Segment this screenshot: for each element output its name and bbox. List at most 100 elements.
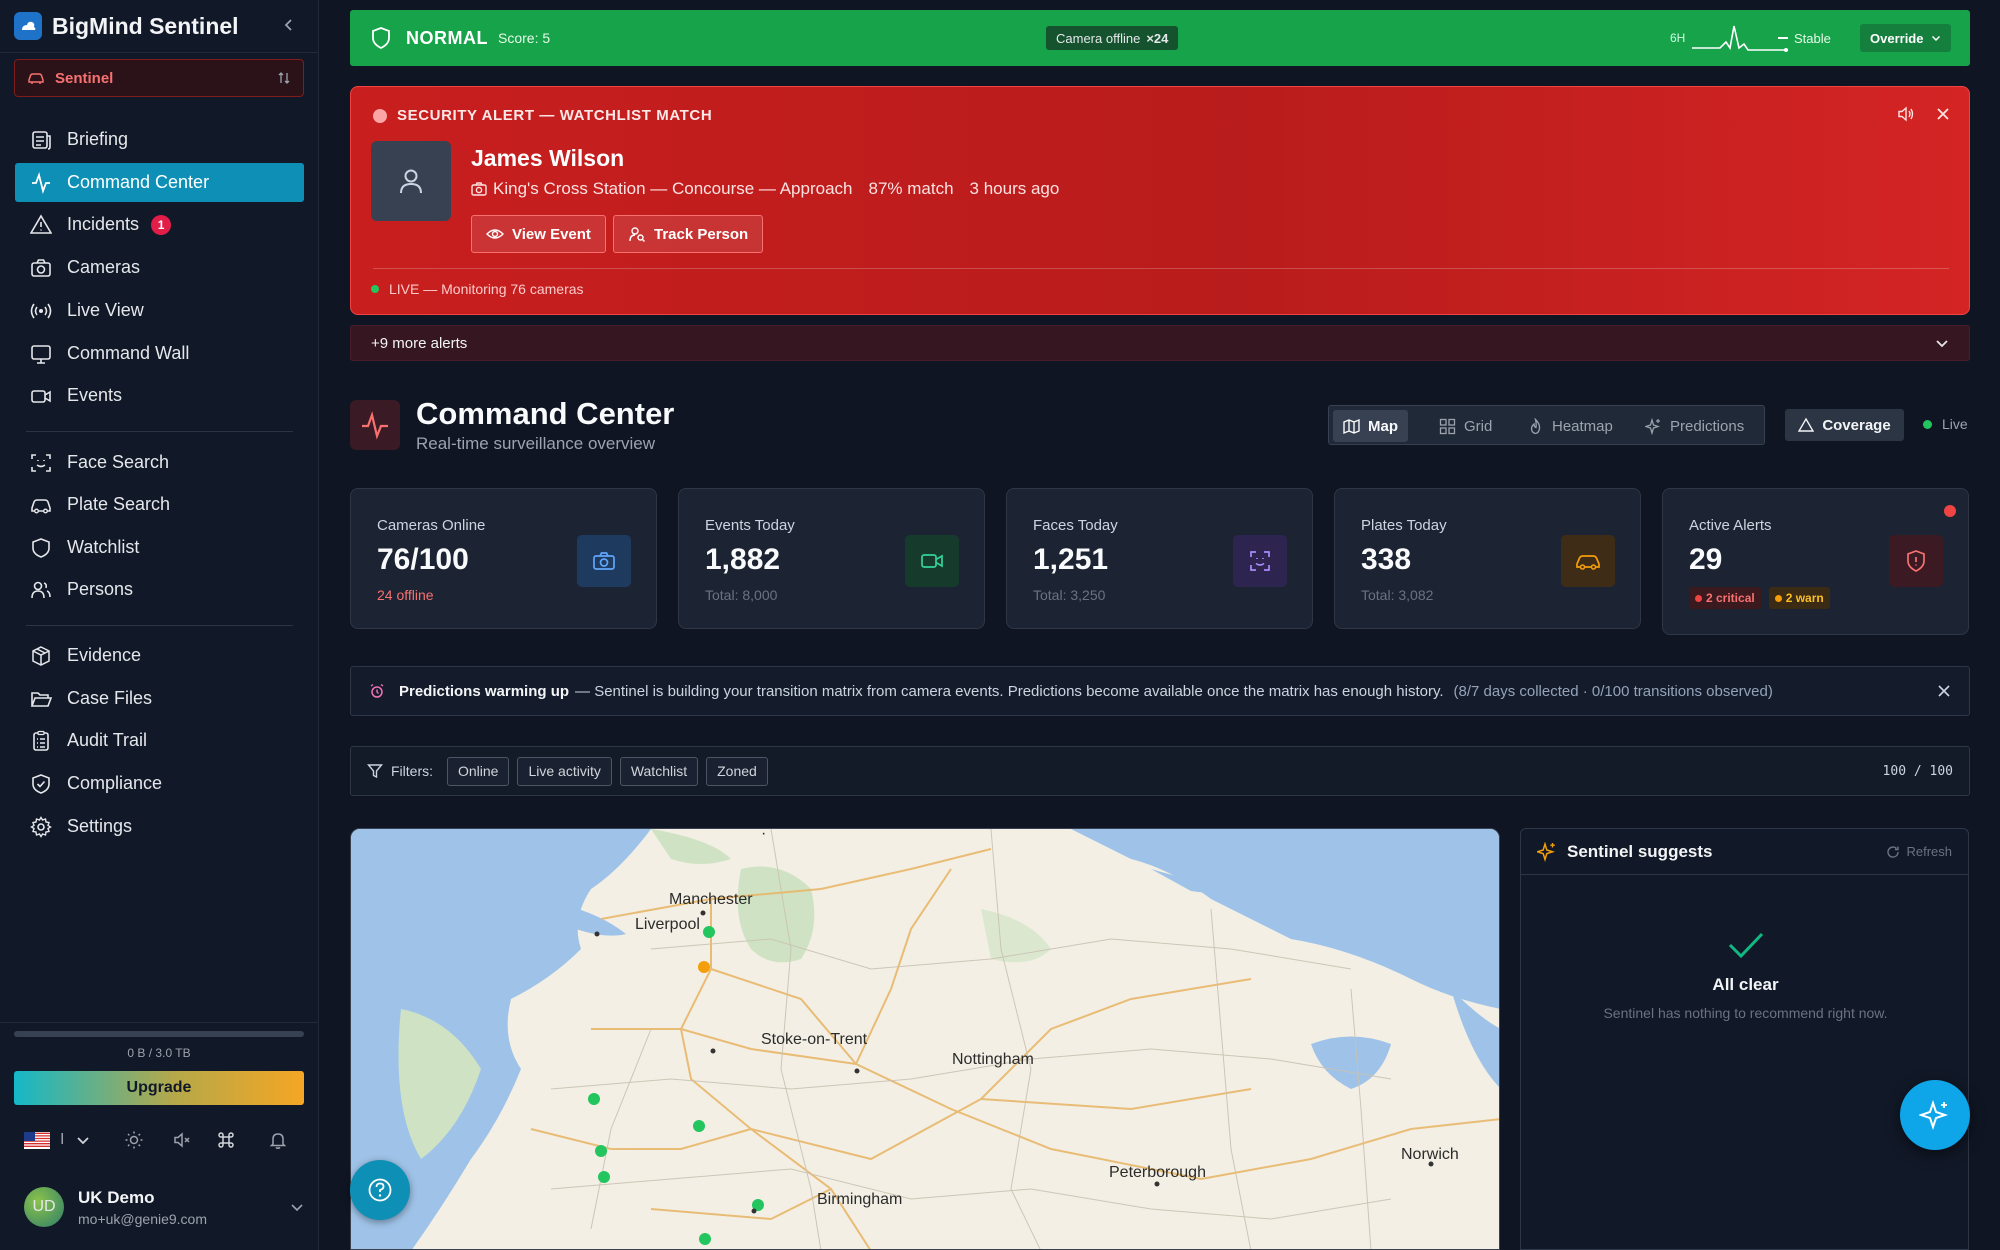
mute-icon[interactable] (172, 1126, 192, 1154)
override-button[interactable]: Override (1860, 24, 1952, 52)
video-icon (29, 384, 53, 408)
nav-events[interactable]: Events (15, 376, 304, 415)
theme-toggle-sun-icon[interactable] (124, 1126, 144, 1154)
warning-triangle-icon (29, 213, 53, 237)
view-event-button[interactable]: View Event (471, 215, 606, 253)
filter-chip-zoned[interactable]: Zoned (706, 756, 768, 786)
gear-icon (29, 815, 53, 839)
nav-label: Face Search (67, 452, 170, 472)
camera-map[interactable]: · Manchester Liverpool Stoke-on-Trent No… (350, 828, 1500, 1250)
car-icon (1561, 535, 1615, 587)
suggest-title: Sentinel suggests (1567, 841, 1713, 861)
us-flag-icon (24, 1131, 50, 1149)
sparkline-range: 6H (1670, 31, 1686, 45)
nav-label: Command Center (67, 172, 210, 192)
user-menu[interactable]: UD UK Demo mo+uk@genie9.com (24, 1186, 304, 1228)
kpi-faces-today[interactable]: Faces Today 1,251 Total: 3,250 (1006, 488, 1313, 629)
predictions-warming-banner: Predictions warming up — Sentinel is bui… (350, 666, 1970, 716)
camera-offline-pill[interactable]: Camera offline ×24 (1046, 26, 1179, 50)
nav-cameras[interactable]: Cameras (15, 248, 304, 287)
nav-incidents[interactable]: Incidents 1 (15, 205, 304, 244)
live-dot (1923, 419, 1932, 429)
filter-chip-watchlist[interactable]: Watchlist (619, 756, 699, 786)
sparkles-icon (1537, 841, 1555, 862)
collapse-sidebar-icon[interactable] (278, 14, 300, 36)
nav-label: Settings (67, 816, 133, 836)
nav-briefing[interactable]: Briefing (15, 120, 304, 159)
tab-heatmap[interactable]: Heatmap (1517, 410, 1623, 442)
filter-chip-online[interactable]: Online (447, 756, 510, 786)
bell-icon[interactable] (268, 1126, 288, 1154)
user-email: mo+uk@genie9.com (78, 1210, 208, 1227)
grid-icon (1439, 418, 1456, 434)
shield-icon (370, 26, 392, 50)
refresh-button[interactable]: Refresh (1886, 844, 1952, 859)
command-key-icon[interactable] (216, 1126, 236, 1154)
nav-command-wall[interactable]: Command Wall (15, 334, 304, 373)
track-person-button[interactable]: Track Person (613, 215, 764, 253)
nav-label: Evidence (67, 645, 142, 665)
track-person-label: Track Person (654, 225, 749, 243)
monitor-icon (29, 342, 53, 366)
ai-assistant-button[interactable] (1900, 1080, 1970, 1150)
map-base (351, 829, 1499, 1249)
volume-icon[interactable] (1897, 105, 1915, 123)
checkmark-icon (1728, 932, 1763, 959)
workspace-switcher[interactable]: Sentinel (14, 59, 304, 97)
tab-grid[interactable]: Grid (1429, 410, 1502, 442)
nav-evidence[interactable]: Evidence (15, 636, 304, 675)
nav-command-center[interactable]: Command Center (15, 163, 304, 202)
sentinel-suggests-panel: Sentinel suggests Refresh All clear Sent… (1520, 828, 1969, 1250)
tab-predictions[interactable]: Predictions (1635, 410, 1754, 442)
warn-count: 2 warn (1785, 591, 1824, 605)
nav-face-search[interactable]: Face Search (15, 443, 304, 482)
kpi-value: 1,882 (705, 543, 781, 576)
kpi-offline-count: 24 offline (377, 587, 434, 603)
filter-chip-live-activity[interactable]: Live activity (517, 756, 612, 786)
page-subtitle: Real-time surveillance overview (416, 434, 656, 453)
close-icon[interactable] (1935, 106, 1951, 122)
map-label-peterborough: Peterborough (1109, 1164, 1206, 1181)
more-alerts-toggle[interactable]: +9 more alerts (350, 325, 1970, 361)
map-label-stoke: Stoke-on-Trent (761, 1031, 868, 1048)
nav-live-view[interactable]: Live View (15, 291, 304, 330)
camera-offline-count: ×24 (1146, 30, 1169, 46)
coverage-button[interactable]: Coverage (1785, 409, 1904, 441)
nav-label: Audit Trail (67, 730, 148, 750)
upgrade-button[interactable]: Upgrade (14, 1071, 304, 1105)
kpi-cameras-online[interactable]: Cameras Online 76/100 24 offline (350, 488, 657, 629)
kpi-plates-today[interactable]: Plates Today 338 Total: 3,082 (1334, 488, 1641, 629)
nav-persons[interactable]: Persons (15, 570, 304, 609)
nav-compliance[interactable]: Compliance (15, 764, 304, 803)
kpi-total: Total: 3,082 (1361, 587, 1434, 603)
banner-title: Predictions warming up (399, 682, 570, 700)
live-monitoring-text: LIVE — Monitoring 76 cameras (389, 281, 584, 297)
brand-logo-icon (14, 12, 42, 40)
tab-map[interactable]: Map (1333, 410, 1408, 442)
kpi-active-alerts[interactable]: Active Alerts 29 2 critical 2 warn (1662, 488, 1969, 635)
banner-progress: (8/7 days collected · 0/100 transitions … (1453, 682, 1773, 700)
nav-label: Live View (67, 300, 144, 320)
nav-plate-search[interactable]: Plate Search (15, 485, 304, 524)
workspace-label: Sentinel (55, 69, 114, 87)
nav-watchlist[interactable]: Watchlist (15, 528, 304, 567)
divider (373, 268, 1949, 269)
kpi-total: Total: 3,250 (1033, 587, 1106, 603)
map-icon (1343, 418, 1360, 434)
nav-label: Case Files (67, 688, 153, 708)
live-monitoring-status: LIVE — Monitoring 76 cameras (371, 281, 584, 297)
alert-location: King's Cross Station — Concourse — Appro… (493, 179, 853, 198)
divider (0, 1022, 319, 1023)
nav-audit-trail[interactable]: Audit Trail (15, 721, 304, 760)
more-alerts-label: +9 more alerts (371, 334, 468, 352)
nav-case-files[interactable]: Case Files (15, 679, 304, 718)
help-button[interactable] (350, 1160, 410, 1220)
kpi-events-today[interactable]: Events Today 1,882 Total: 8,000 (678, 488, 985, 629)
kpi-label: Active Alerts (1689, 517, 1772, 534)
nav-settings[interactable]: Settings (15, 807, 304, 846)
close-icon[interactable] (1937, 684, 1951, 698)
language-selector[interactable]: I (24, 1126, 90, 1154)
warn-chip: 2 warn (1768, 587, 1830, 609)
incidents-count-badge: 1 (151, 214, 172, 235)
brand[interactable]: BigMind Sentinel (14, 10, 239, 42)
